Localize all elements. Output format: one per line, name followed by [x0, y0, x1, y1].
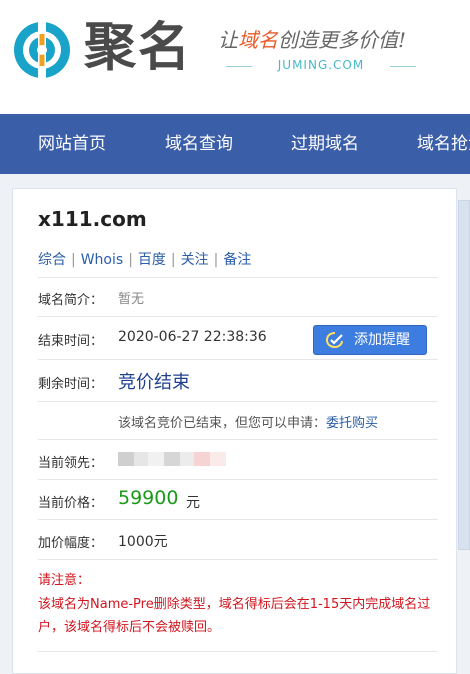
- side-panel-edge: [458, 200, 470, 550]
- check-badge-icon: [326, 332, 343, 348]
- slogan-subtitle: JUMING.COM: [226, 58, 416, 72]
- remaining-label: 剩余时间：: [38, 377, 104, 392]
- row-current-leader: 当前领先：: [38, 439, 438, 479]
- link-baidu[interactable]: 百度: [138, 252, 166, 268]
- site-header: 聚名 让域名创造更多价值! JUMING.COM: [0, 0, 470, 114]
- slogan-suffix: 创造更多价值!: [278, 28, 407, 52]
- row-ended-note: 该域名竞价已结束，但您可以申请：委托购买: [38, 401, 438, 439]
- link-overview[interactable]: 综合: [38, 252, 66, 268]
- nav-item-home[interactable]: 网站首页: [38, 114, 106, 174]
- slogan-highlight: 域名: [238, 28, 278, 52]
- end-time-value: 2020-06-27 22:38:36: [118, 329, 267, 345]
- notice-text: 该域名为Name-Pre删除类型，域名得标后会在1-15天内完成域名过户，该域名…: [38, 597, 431, 635]
- main-nav: 网站首页 域名查询 过期域名 域名抢注: [0, 114, 470, 174]
- link-separator: |: [128, 252, 133, 268]
- nav-item-expired-domains[interactable]: 过期域名: [291, 114, 359, 174]
- slogan-prefix: 让: [218, 28, 238, 52]
- intro-value: 暂无: [118, 292, 145, 307]
- divider: [38, 559, 438, 560]
- leader-label: 当前领先：: [38, 456, 104, 471]
- ended-note: 该域名竞价已结束，但您可以申请：委托购买: [118, 412, 378, 431]
- divider: [38, 651, 438, 652]
- nav-item-domain-query[interactable]: 域名查询: [165, 114, 233, 174]
- row-increment: 加价幅度： 1000元: [38, 519, 438, 559]
- increment-label: 加价幅度：: [38, 536, 104, 551]
- end-time-label: 结束时间：: [38, 334, 104, 349]
- entrust-purchase-link[interactable]: 委托购买: [326, 416, 378, 431]
- link-note[interactable]: 备注: [223, 252, 251, 268]
- logo-text[interactable]: 聚名: [84, 16, 192, 80]
- row-current-price: 当前价格： 59900 元: [38, 479, 438, 519]
- domain-links: 综合 | Whois | 百度 | 关注 | 备注: [38, 249, 251, 269]
- add-reminder-label: 添加提醒: [354, 332, 410, 348]
- notice-title: 请注意：: [38, 573, 91, 588]
- domain-name-title: x111.com: [38, 207, 147, 231]
- link-whois[interactable]: Whois: [81, 252, 123, 268]
- row-intro: 域名简介： 暂无: [38, 277, 438, 316]
- increment-value: 1000元: [118, 534, 168, 550]
- slogan: 让域名创造更多价值!: [218, 24, 406, 53]
- row-end-time: 结束时间： 2020-06-27 22:38:36 添加提醒: [38, 316, 438, 359]
- remaining-value: 竞价结束: [118, 372, 190, 393]
- price-label: 当前价格：: [38, 496, 104, 511]
- add-reminder-button[interactable]: 添加提醒: [313, 325, 427, 355]
- domain-info-panel: x111.com 综合 | Whois | 百度 | 关注 | 备注 域名简介： 暂无 结束时间…: [12, 188, 457, 674]
- row-remaining-time: 剩余时间： 竞价结束: [38, 359, 438, 401]
- price-unit: 元: [186, 495, 200, 511]
- link-follow[interactable]: 关注: [181, 252, 209, 268]
- link-separator: |: [213, 252, 219, 268]
- leader-name-blurred: [118, 452, 226, 466]
- juming-logo-icon[interactable]: [12, 20, 72, 80]
- price-value: 59900: [118, 487, 179, 509]
- nav-item-domain-snapback[interactable]: 域名抢注: [417, 114, 470, 174]
- link-separator: |: [170, 252, 176, 268]
- ended-note-text: 该域名竞价已结束，但您可以申请：: [118, 416, 327, 431]
- intro-label: 域名简介：: [38, 293, 104, 308]
- link-separator: |: [71, 252, 76, 268]
